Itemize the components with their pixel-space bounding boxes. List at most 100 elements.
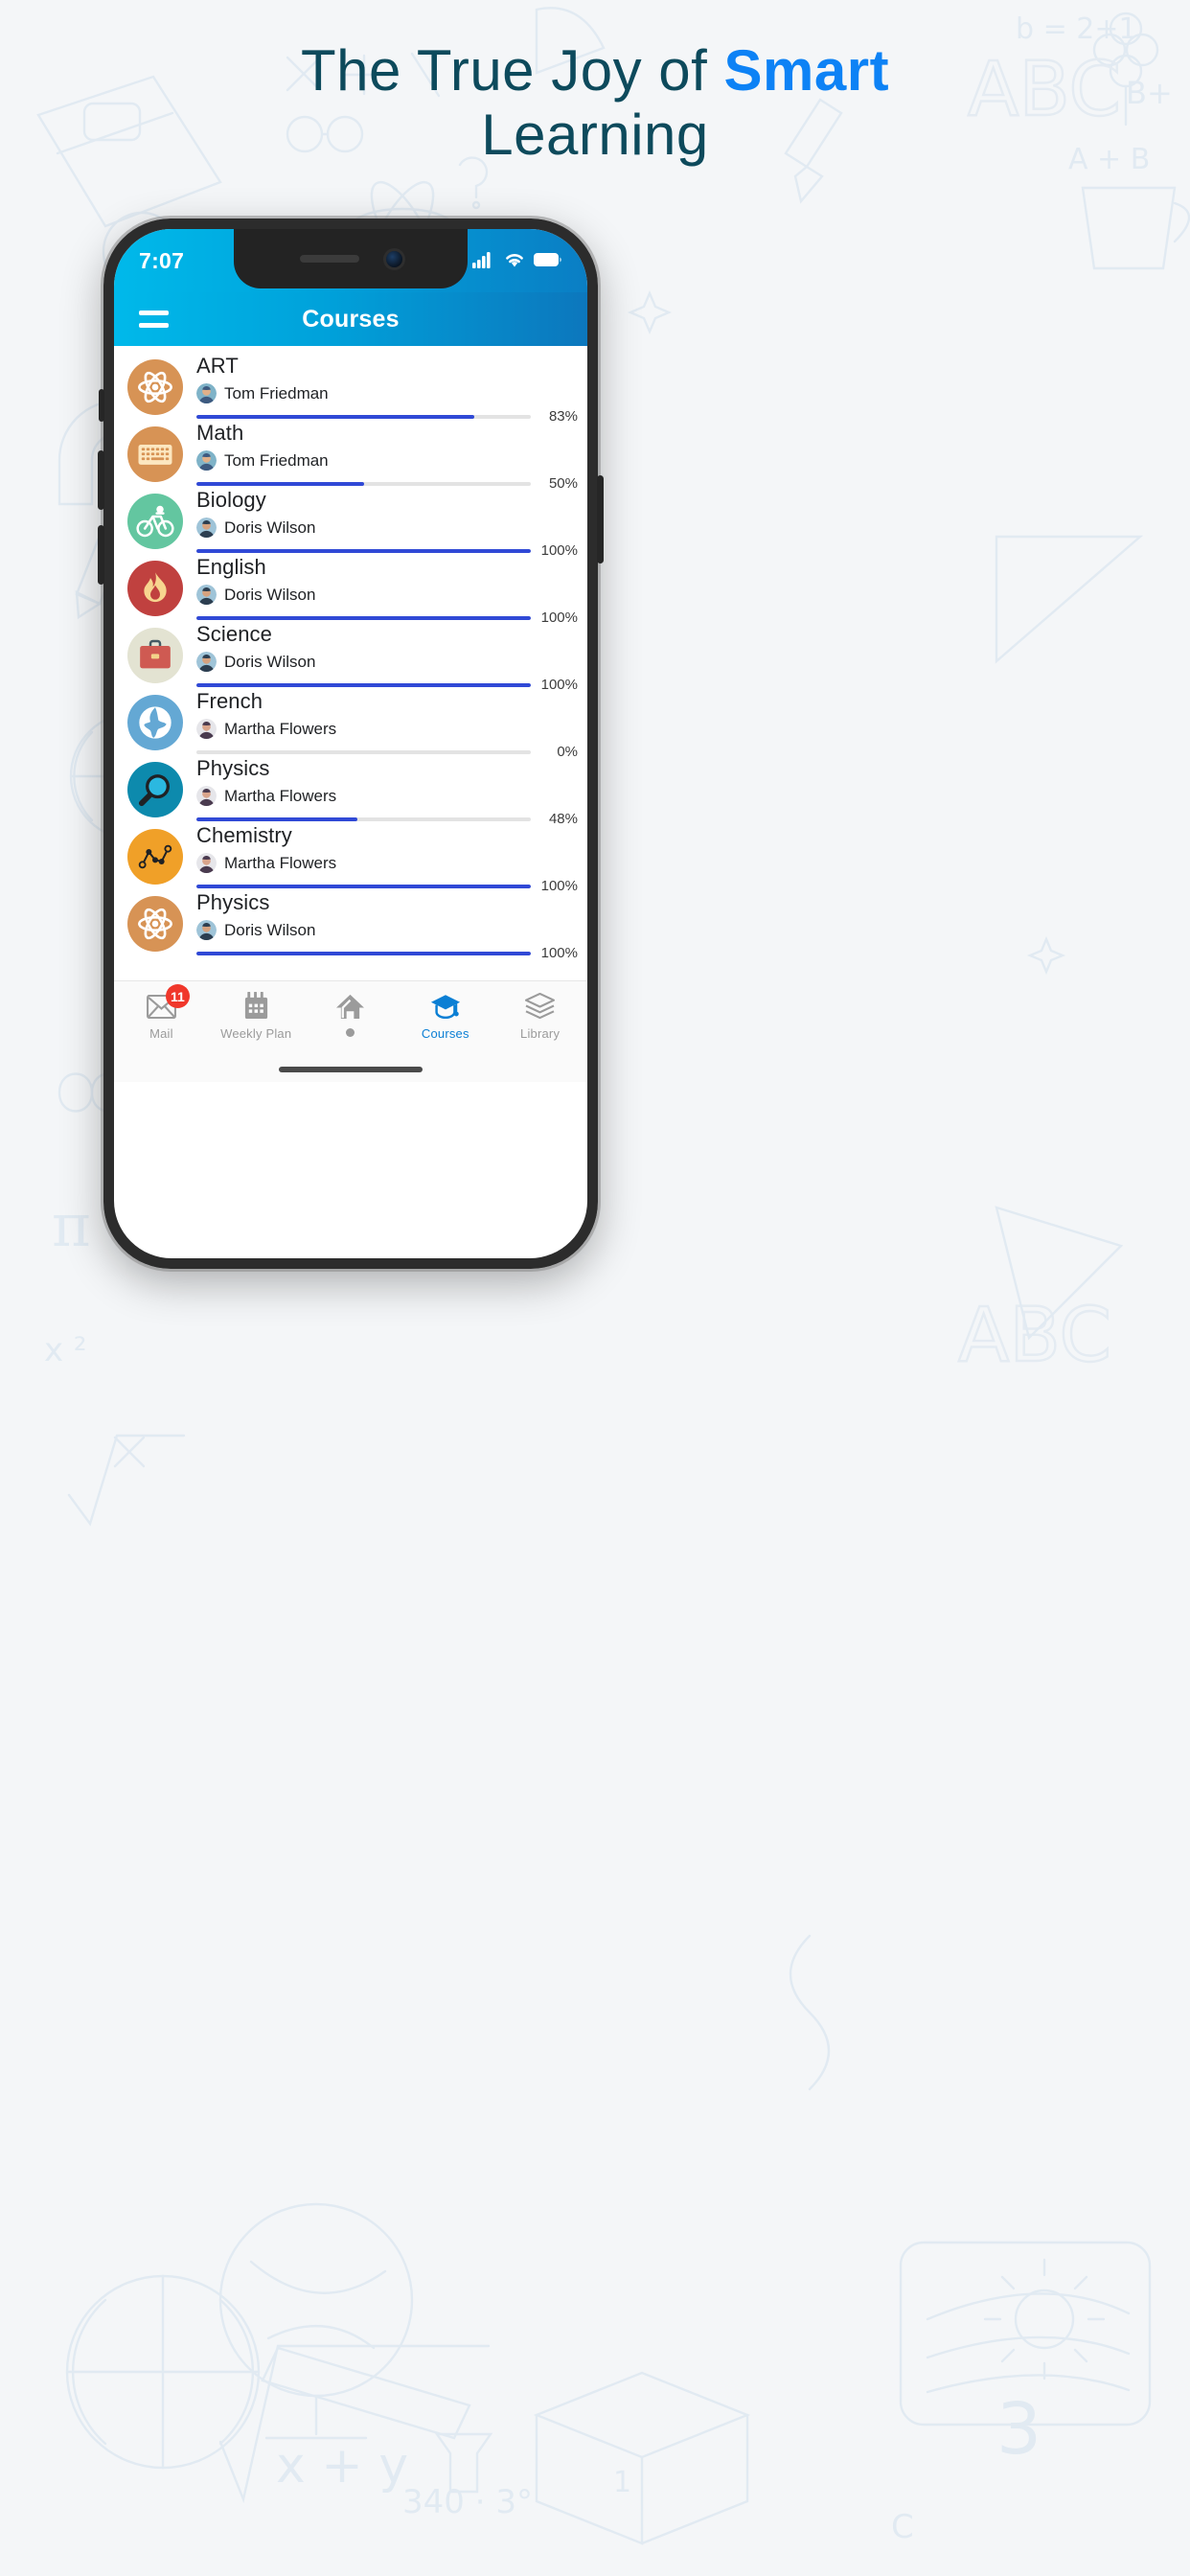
atom-icon (127, 896, 183, 952)
course-row[interactable]: French Martha Flowers 0% (114, 683, 587, 760)
tab-weekly-plan[interactable]: Weekly Plan (209, 991, 304, 1041)
briefcase-icon (127, 628, 183, 683)
course-row[interactable]: Biology Doris Wilson 100% (114, 482, 587, 559)
teacher-avatar (196, 719, 217, 740)
course-icon-wrap (114, 623, 196, 683)
course-name: English (196, 555, 266, 579)
teacher-name: Doris Wilson (224, 920, 316, 939)
books-icon (525, 991, 556, 1022)
teacher-avatar (196, 920, 217, 941)
tab-mail[interactable]: 11 Mail (114, 984, 209, 1041)
teacher-name: Doris Wilson (224, 652, 316, 671)
course-name: French (196, 689, 263, 713)
teacher-avatar (196, 585, 217, 606)
course-icon-wrap (114, 556, 196, 616)
tab-label: Weekly Plan (220, 1026, 292, 1041)
home-active-dot (346, 1028, 355, 1037)
svg-text:π: π (52, 1190, 91, 1260)
course-name: Biology (196, 488, 266, 512)
status-icons (472, 251, 562, 268)
teacher-line: Doris Wilson (196, 585, 578, 606)
svg-text:ABC: ABC (958, 1293, 1111, 1379)
progress-track (196, 951, 531, 955)
course-list[interactable]: ART Tom Friedman 83% Math Tom Friedman 5… (114, 346, 587, 980)
tab-library[interactable]: Library (492, 991, 587, 1041)
atom-icon (127, 359, 183, 415)
phone-mute-switch (99, 389, 104, 422)
promo-heading: The True Joy of Smart Learning (0, 38, 1190, 167)
teacher-name: Tom Friedman (224, 450, 329, 470)
earpiece-speaker (299, 255, 359, 263)
promo-accent-word: Smart (723, 38, 890, 103)
status-clock: 7:07 (139, 248, 185, 273)
tab-home[interactable] (304, 991, 399, 1037)
teacher-avatar (196, 786, 217, 807)
course-icon-wrap (114, 355, 196, 415)
teacher-name: Tom Friedman (224, 383, 329, 402)
phone-mockup: 7:07 Courses ART Tom Friedman 83% Math T… (98, 216, 604, 1272)
teacher-avatar (196, 450, 217, 472)
course-row[interactable]: English Doris Wilson 100% (114, 549, 587, 626)
bottom-tab-bar[interactable]: 11 Mail Weekly Plan Courses Library (114, 980, 587, 1057)
teacher-line: Doris Wilson (196, 518, 578, 539)
hamburger-menu-icon[interactable] (139, 310, 169, 328)
linechart-icon (127, 829, 183, 885)
teacher-avatar (196, 853, 217, 874)
course-details: Physics Doris Wilson 100% (196, 891, 587, 961)
bicycle-icon (127, 494, 183, 549)
svg-text:x ²: x ² (44, 1331, 87, 1369)
course-icon-wrap (114, 891, 196, 952)
wifi-icon (506, 254, 523, 267)
course-name: Physics (196, 756, 270, 780)
teacher-avatar (196, 383, 217, 404)
teacher-avatar (196, 652, 217, 673)
course-icon-wrap (114, 824, 196, 885)
course-name: Chemistry (196, 823, 292, 847)
graduation-cap-icon (430, 991, 461, 1022)
teacher-name: Martha Flowers (224, 719, 337, 738)
course-icon-wrap (114, 422, 196, 482)
app-bar: Courses (114, 292, 587, 346)
tab-label: Library (520, 1026, 561, 1041)
svg-text:1: 1 (613, 2466, 631, 2499)
teacher-line: Martha Flowers (196, 719, 578, 740)
home-indicator-area (114, 1057, 587, 1082)
svg-text:x + y: x + y (276, 2437, 408, 2495)
svg-text:C: C (891, 2508, 914, 2546)
course-row[interactable]: Math Tom Friedman 50% (114, 415, 587, 492)
phone-volume-up (98, 450, 104, 510)
phone-volume-down (98, 525, 104, 585)
course-row[interactable]: Physics Doris Wilson 100% (114, 885, 587, 961)
tab-label: Courses (421, 1026, 469, 1041)
course-name: ART (196, 354, 239, 378)
teacher-line: Tom Friedman (196, 383, 578, 404)
teacher-line: Tom Friedman (196, 450, 578, 472)
front-camera-icon (385, 250, 402, 267)
course-row[interactable]: Chemistry Martha Flowers 100% (114, 817, 587, 894)
course-name: Physics (196, 890, 270, 914)
course-icon-wrap (114, 489, 196, 549)
course-name: Science (196, 622, 272, 646)
status-bar: 7:07 (114, 229, 587, 292)
tab-label: Mail (149, 1026, 173, 1041)
page-title: Courses (302, 305, 400, 333)
course-row[interactable]: Science Doris Wilson 100% (114, 616, 587, 693)
teacher-line: Doris Wilson (196, 652, 578, 673)
globe-icon (127, 695, 183, 750)
progress-label: 100% (540, 945, 578, 962)
course-icon-wrap (114, 690, 196, 750)
svg-text:3: 3 (996, 2388, 1041, 2471)
svg-text:340 · 3°: 340 · 3° (402, 2483, 533, 2521)
teacher-name: Martha Flowers (224, 786, 337, 805)
course-name: Math (196, 421, 244, 445)
calendar-icon (242, 991, 270, 1022)
course-row[interactable]: ART Tom Friedman 83% (114, 348, 587, 425)
phone-notch (234, 229, 468, 288)
progress-fill (196, 951, 531, 955)
phone-screen: 7:07 Courses ART Tom Friedman 83% Math T… (114, 229, 587, 1258)
tab-courses[interactable]: Courses (398, 991, 492, 1041)
home-icon (335, 991, 365, 1022)
phone-power-button (597, 475, 604, 564)
course-row[interactable]: Physics Martha Flowers 48% (114, 750, 587, 827)
promo-line2: Learning (481, 103, 709, 168)
